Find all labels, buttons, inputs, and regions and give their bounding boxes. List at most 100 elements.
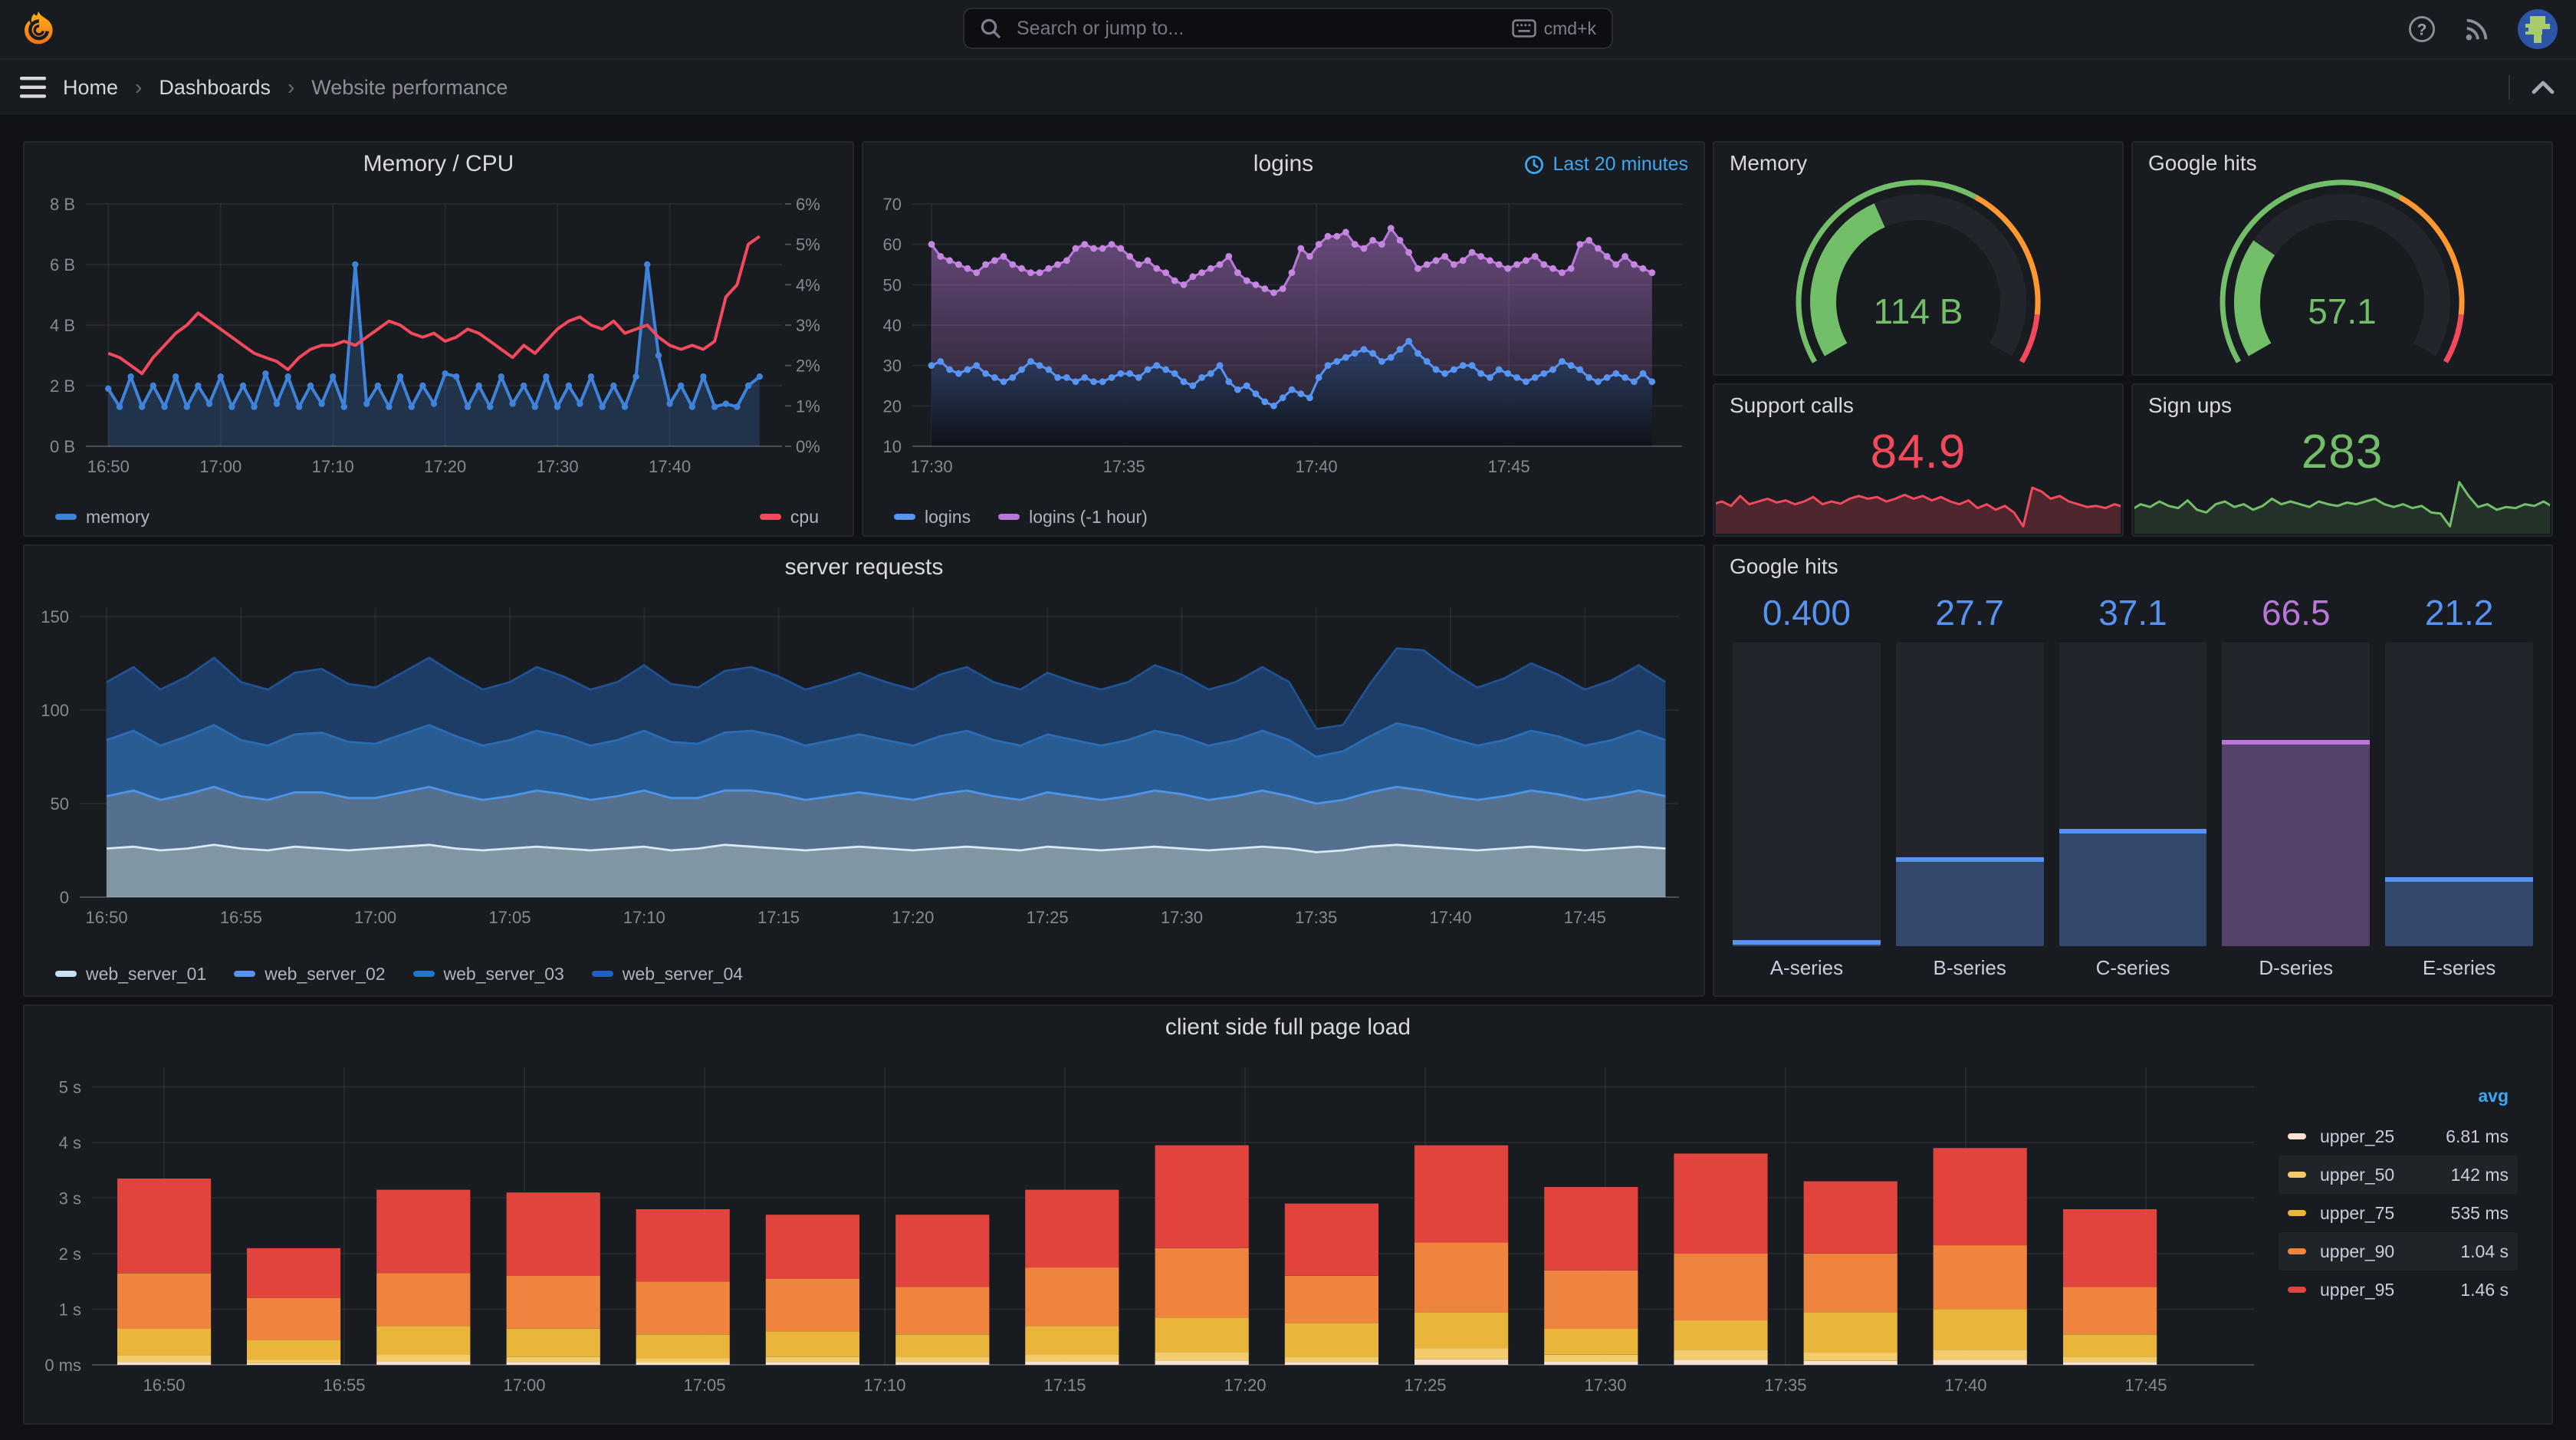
panel-sign-ups: Sign ups 283	[2131, 383, 2553, 537]
legend-label: upper_95	[2320, 1279, 2395, 1300]
bar-gauge-track[interactable]	[2385, 643, 2533, 946]
logins-chart[interactable]: 10 20 30 40 50 60 70 17:30 17:35 17:40 17:45	[863, 186, 1704, 492]
svg-text:2 B: 2 B	[50, 376, 75, 396]
memory-gauge[interactable]: 114 B	[1750, 179, 2087, 367]
panel-title[interactable]: Sign ups	[2133, 385, 2551, 422]
legend-label: upper_75	[2320, 1202, 2395, 1223]
memory-cpu-chart[interactable]: 0 B 2 B 4 B 6 B 8 B 16:50 17:00 17:10 17:20 17:30…	[25, 186, 853, 492]
svg-text:17:05: 17:05	[683, 1376, 725, 1395]
legend-item-cpu[interactable]: cpu	[759, 507, 819, 528]
legend-label: upper_90	[2320, 1241, 2395, 1261]
support-calls-sparkline[interactable]	[1716, 463, 2121, 534]
svg-text:6%: 6%	[796, 195, 820, 214]
panel-title[interactable]: Memory	[1714, 143, 2122, 179]
chevron-up-icon[interactable]	[2532, 81, 2555, 94]
breadcrumb-separator: ›	[287, 75, 295, 99]
bar-gauge-column-E-series: 21.2 E-series	[2385, 592, 2533, 983]
legend-row-upper_75[interactable]: upper_75 535 ms	[2279, 1194, 2518, 1232]
legend-item-web_server_01[interactable]: web_server_01	[55, 964, 206, 985]
bar-gauge-track[interactable]	[2058, 643, 2207, 946]
bar-gauge-track[interactable]	[2222, 643, 2371, 946]
legend-avg-value: 1.46 s	[2460, 1279, 2509, 1300]
legend-row-upper_90[interactable]: upper_90 1.04 s	[2279, 1232, 2518, 1271]
panel-title[interactable]: Google hits	[1714, 546, 2551, 583]
legend-item-logins (-1 hour)[interactable]: logins (-1 hour)	[998, 507, 1148, 528]
panel-title[interactable]: Support calls	[1714, 385, 2122, 422]
svg-text:17:10: 17:10	[312, 457, 354, 476]
legend-swatch-icon	[759, 514, 781, 520]
svg-text:17:30: 17:30	[1161, 908, 1203, 927]
hamburger-menu-icon[interactable]	[20, 77, 46, 98]
grafana-logo-icon[interactable]	[18, 9, 58, 49]
legend-header-avg[interactable]: avg	[2279, 1086, 2518, 1117]
sign-ups-sparkline[interactable]	[2134, 463, 2550, 534]
svg-text:17:20: 17:20	[1224, 1376, 1266, 1395]
bar-gauge-fill	[1895, 857, 2044, 946]
svg-text:17:35: 17:35	[1103, 457, 1145, 476]
svg-text:17:10: 17:10	[863, 1376, 905, 1395]
global-search[interactable]: cmd+k	[963, 8, 1613, 49]
bar-gauge-fill	[2058, 829, 2207, 946]
panel-memory-gauge: Memory 114 B	[1713, 141, 2124, 376]
svg-text:16:55: 16:55	[220, 908, 262, 927]
svg-text:17:15: 17:15	[757, 908, 800, 927]
rss-news-icon[interactable]	[2463, 15, 2492, 44]
panel-title[interactable]: client side full page load	[25, 1006, 2551, 1049]
svg-text:17:40: 17:40	[649, 457, 691, 476]
svg-text:40: 40	[883, 316, 902, 335]
svg-text:17:20: 17:20	[892, 908, 934, 927]
client-load-chart[interactable]: 0 ms 1 s 2 s 3 s 4 s 5 s 16:50 16:55 17:00 17:05 1…	[25, 1049, 2279, 1414]
panel-title[interactable]: Memory / CPU	[25, 143, 853, 186]
top-nav: cmd+k ?	[0, 0, 2576, 60]
svg-text:17:00: 17:00	[503, 1376, 545, 1395]
bar-gauge-fill	[2385, 877, 2533, 946]
bar-gauge-track[interactable]	[1733, 643, 1881, 946]
svg-text:17:10: 17:10	[623, 908, 665, 927]
svg-text:100: 100	[41, 701, 69, 720]
bar-gauge-track[interactable]	[1895, 643, 2044, 946]
svg-text:16:50: 16:50	[86, 908, 128, 927]
svg-text:16:50: 16:50	[87, 457, 130, 476]
legend-row-upper_95[interactable]: upper_95 1.46 s	[2279, 1271, 2518, 1309]
svg-text:0 ms: 0 ms	[44, 1356, 81, 1375]
bar-gauge-fill	[1733, 940, 1881, 946]
breadcrumb-bar: Home › Dashboards › Website performance	[0, 60, 2576, 117]
svg-text:0%: 0%	[796, 437, 820, 456]
svg-text:17:05: 17:05	[488, 908, 531, 927]
legend-item-web_server_03[interactable]: web_server_03	[412, 964, 564, 985]
nav-right-actions: ?	[2407, 0, 2558, 58]
bar-gauge-column-A-series: 0.400 A-series	[1733, 592, 1881, 983]
legend-label: web_server_01	[86, 963, 207, 984]
legend-item-memory[interactable]: memory	[55, 507, 150, 528]
legend-row-upper_50[interactable]: upper_50 142 ms	[2279, 1156, 2518, 1194]
legend-item-logins[interactable]: logins	[894, 507, 971, 528]
breadcrumb-home[interactable]: Home	[63, 76, 118, 100]
bar-gauge-column-D-series: 66.5 D-series	[2222, 592, 2371, 983]
breadcrumb-separator: ›	[135, 75, 143, 99]
svg-text:17:40: 17:40	[1429, 908, 1471, 927]
bar-gauge-value: 37.1	[2098, 593, 2167, 633]
legend-swatch-icon	[2288, 1210, 2306, 1216]
svg-text:0 B: 0 B	[50, 437, 75, 456]
legend-item-web_server_04[interactable]: web_server_04	[591, 964, 743, 985]
legend-swatch-icon	[2288, 1133, 2306, 1139]
panel-title[interactable]: server requests	[25, 546, 1704, 589]
server-requests-chart[interactable]: 0 50 100 150 16:50 16:55 17:00 17:05 17:10 17:15 1…	[25, 589, 1704, 949]
avatar[interactable]	[2518, 9, 2558, 49]
svg-text:150: 150	[41, 607, 69, 626]
legend-swatch-icon	[591, 971, 613, 977]
svg-text:4 s: 4 s	[59, 1133, 81, 1152]
bar-gauge-column-B-series: 27.7 B-series	[1895, 592, 2044, 983]
svg-text:8 B: 8 B	[50, 195, 75, 214]
search-input[interactable]	[1014, 15, 1500, 41]
legend-item-web_server_02[interactable]: web_server_02	[234, 964, 386, 985]
legend-row-upper_25[interactable]: upper_25 6.81 ms	[2279, 1117, 2518, 1156]
google-hits-gauge[interactable]: 57.1	[2174, 179, 2511, 367]
help-icon[interactable]: ?	[2407, 15, 2436, 44]
svg-text:17:45: 17:45	[2124, 1376, 2167, 1395]
time-range-control[interactable]: Last 20 minutes	[1524, 153, 1688, 176]
panel-title[interactable]: Google hits	[2133, 143, 2551, 179]
legend-swatch-icon	[55, 514, 77, 520]
breadcrumb-dashboards[interactable]: Dashboards	[159, 76, 271, 100]
bar-gauge-fill	[2222, 739, 2371, 946]
